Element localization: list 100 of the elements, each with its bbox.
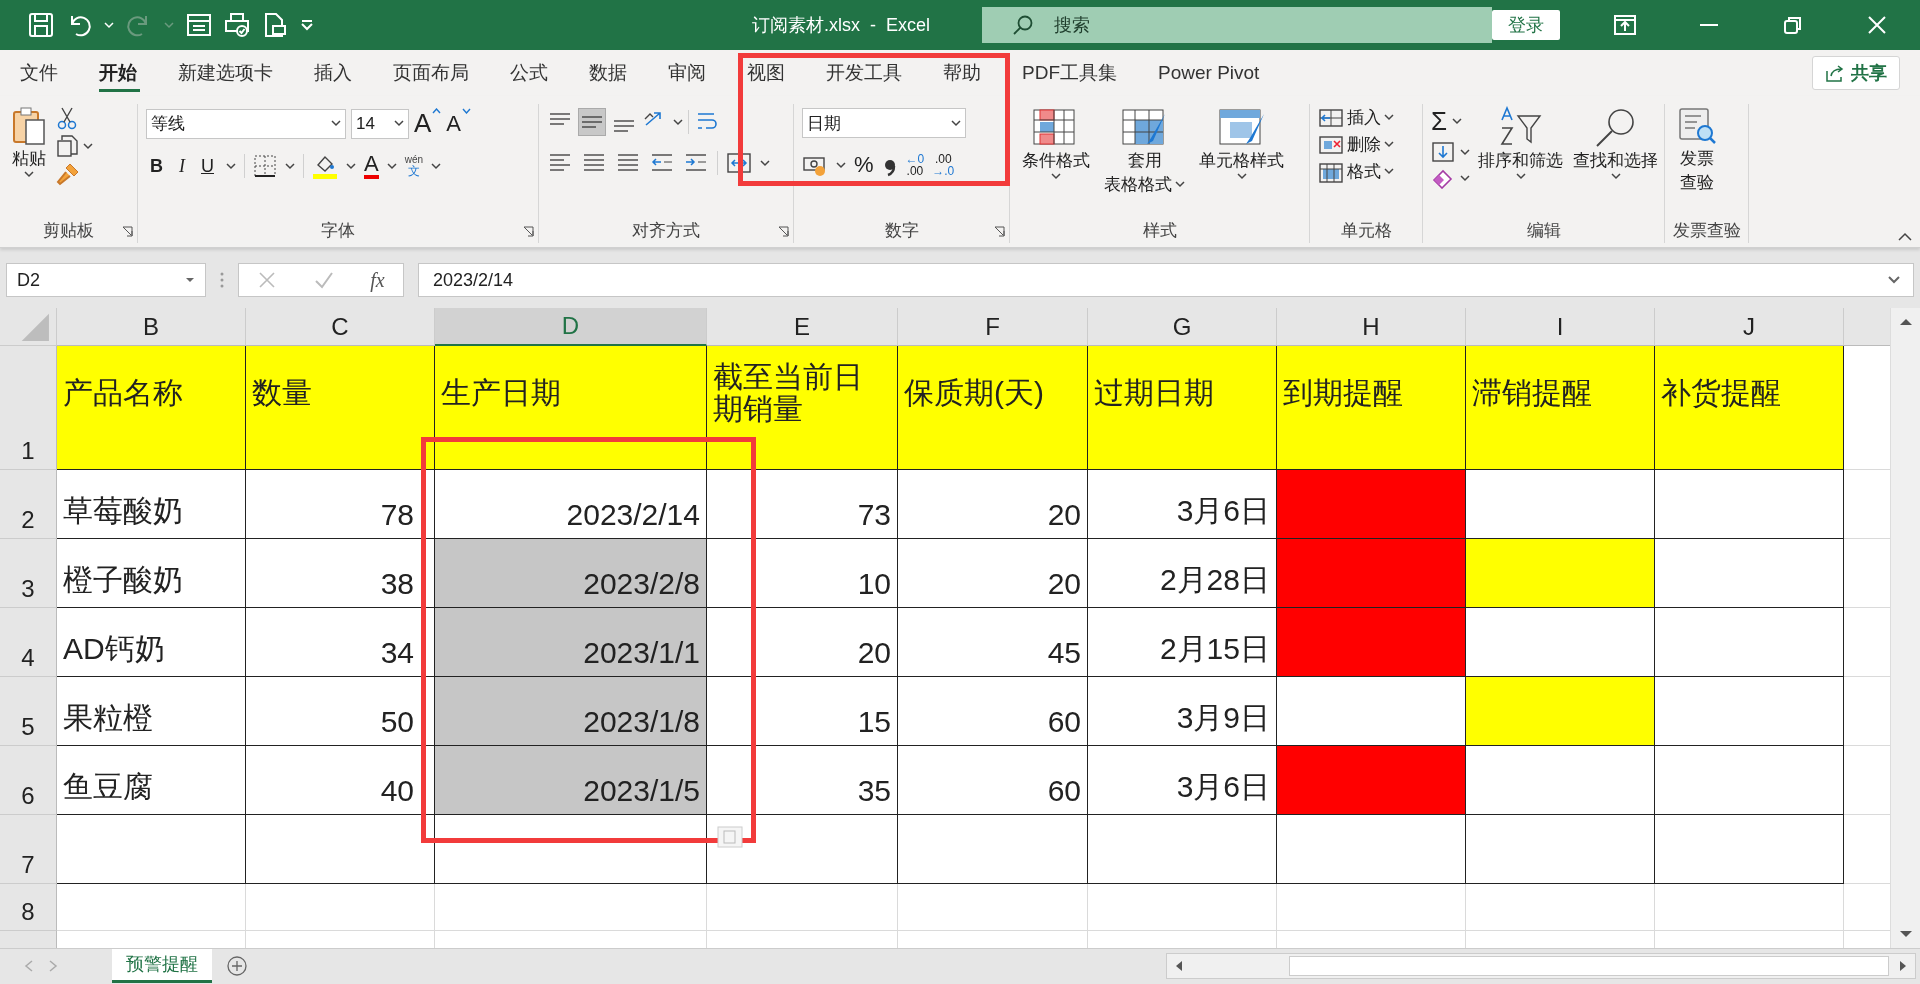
caret-icon[interactable] <box>1610 173 1621 180</box>
dialog-launcher-icon[interactable] <box>523 226 534 237</box>
horizontal-scrollbar[interactable] <box>1166 952 1916 979</box>
increase-decimal-button[interactable]: ←0 .00 <box>905 153 925 177</box>
scroll-right-icon[interactable] <box>1899 959 1907 972</box>
caret-icon[interactable] <box>1452 118 1463 125</box>
restore-icon[interactable] <box>1782 15 1804 35</box>
row-header[interactable]: 2 <box>0 470 57 539</box>
fill-color-icon[interactable] <box>312 153 338 179</box>
caret-icon[interactable] <box>346 162 356 170</box>
ribbon-tab[interactable]: PDF工具集 <box>1002 50 1138 96</box>
increase-font-button[interactable]: A <box>414 108 432 139</box>
formula-field[interactable]: 2023/2/14 <box>418 263 1914 297</box>
row-header[interactable]: 7 <box>0 815 57 884</box>
row-header[interactable]: 5 <box>0 677 57 746</box>
sheet-tab[interactable]: 预警提醒 <box>112 948 212 983</box>
invoice-check-button[interactable]: 发票 查验 <box>1673 104 1721 196</box>
format-painter-icon[interactable] <box>56 162 80 186</box>
save-icon[interactable] <box>28 12 54 38</box>
name-box[interactable]: D2 <box>6 263 206 297</box>
ribbon-tab[interactable]: Power Pivot <box>1138 50 1281 96</box>
column-header[interactable]: C <box>246 308 435 346</box>
font-size-field[interactable]: 14 <box>351 108 409 139</box>
form-icon[interactable] <box>186 12 212 38</box>
column-header[interactable]: H <box>1277 308 1466 346</box>
caret-icon[interactable] <box>673 118 683 126</box>
italic-button[interactable]: I <box>175 155 189 177</box>
caret-icon[interactable] <box>1384 141 1394 148</box>
insert-cells-button[interactable]: 插入 <box>1318 106 1394 129</box>
decrease-font-button[interactable]: A <box>446 110 462 137</box>
caret-icon[interactable] <box>836 161 846 169</box>
caret-icon[interactable] <box>431 162 442 170</box>
close-icon[interactable] <box>1866 15 1888 35</box>
caret-icon[interactable] <box>1384 114 1394 121</box>
underline-button[interactable]: U <box>197 155 218 177</box>
bold-button[interactable]: B <box>146 155 167 177</box>
ribbon-tab[interactable]: 帮助 <box>923 50 1002 96</box>
phonetic-button[interactable]: wén 文 <box>404 155 424 177</box>
delete-cells-button[interactable]: 删除 <box>1318 133 1394 156</box>
dialog-launcher-icon[interactable] <box>122 226 133 237</box>
document-icon[interactable] <box>262 12 288 38</box>
caret-icon[interactable] <box>386 162 397 170</box>
ribbon-tab[interactable]: 文件 <box>18 50 79 96</box>
row-header[interactable]: 8 <box>0 884 57 931</box>
ribbon-tab[interactable]: 开发工具 <box>806 50 923 96</box>
number-format-field[interactable]: 日期 <box>802 108 966 138</box>
font-color-button[interactable]: A <box>364 153 379 179</box>
cell-styles-button[interactable]: 单元格样式 <box>1195 104 1288 182</box>
row-header[interactable]: 6 <box>0 746 57 815</box>
merge-center-icon[interactable] <box>726 150 752 176</box>
ribbon-tab[interactable]: 开始 <box>79 50 158 96</box>
caret-icon[interactable] <box>1051 173 1061 180</box>
fill-down-icon[interactable] <box>1431 141 1455 163</box>
borders-icon[interactable] <box>253 154 277 178</box>
ribbon-display-icon[interactable] <box>1614 15 1636 35</box>
caret-icon[interactable] <box>1384 168 1394 175</box>
format-cells-button[interactable]: 格式 <box>1318 160 1394 183</box>
column-header[interactable]: J <box>1655 308 1844 346</box>
customize-icon[interactable] <box>300 19 314 31</box>
printer-icon[interactable] <box>224 12 250 38</box>
find-select-button[interactable]: 查找和选择 <box>1571 104 1660 182</box>
scroll-up-icon[interactable] <box>1898 318 1913 326</box>
caret-icon[interactable] <box>1175 181 1185 188</box>
dialog-launcher-icon[interactable] <box>994 226 1005 237</box>
ribbon-tab[interactable]: 数据 <box>569 50 648 96</box>
add-sheet-icon[interactable] <box>226 954 248 977</box>
dialog-launcher-icon[interactable] <box>778 226 789 237</box>
ribbon-tab[interactable]: 页面布局 <box>373 50 490 96</box>
collapse-ribbon-icon[interactable] <box>1898 232 1912 241</box>
scissors-icon[interactable] <box>56 106 78 130</box>
scroll-left-icon[interactable] <box>1175 959 1183 972</box>
decrease-decimal-button[interactable]: .00 →.0 <box>932 153 955 177</box>
share-button[interactable]: 共享 <box>1812 56 1900 90</box>
column-header[interactable]: F <box>898 308 1088 346</box>
expand-icon[interactable] <box>1887 275 1901 285</box>
eraser-icon[interactable] <box>1431 167 1455 189</box>
login-button[interactable]: 登录 <box>1492 10 1560 40</box>
ribbon-tab[interactable]: 新建选项卡 <box>158 50 294 96</box>
format-as-table-button[interactable]: 套用 表格格式 <box>1100 104 1189 198</box>
caret-icon[interactable] <box>760 159 770 167</box>
caret-icon[interactable] <box>951 119 961 127</box>
caret-icon[interactable] <box>1515 173 1526 180</box>
vertical-scrollbar[interactable] <box>1890 308 1920 948</box>
caret-icon[interactable] <box>331 120 341 127</box>
caret-icon[interactable] <box>226 162 236 170</box>
row-header[interactable]: 3 <box>0 539 57 608</box>
percent-button[interactable]: % <box>854 152 874 178</box>
conditional-format-button[interactable]: 条件格式 <box>1018 104 1094 182</box>
column-header[interactable]: E <box>707 308 898 346</box>
column-header[interactable]: G <box>1088 308 1277 346</box>
caret-icon[interactable] <box>394 120 404 127</box>
paste-button[interactable]: 粘贴 <box>8 104 50 180</box>
row-header[interactable]: 1 <box>0 346 57 470</box>
column-header[interactable]: B <box>57 308 246 346</box>
font-name-field[interactable]: 等线 <box>146 108 346 139</box>
column-header[interactable]: D <box>435 308 707 346</box>
caret-icon[interactable] <box>83 142 93 150</box>
caret-icon[interactable] <box>24 171 34 178</box>
ribbon-tab[interactable]: 视图 <box>727 50 806 96</box>
scroll-thumb[interactable] <box>1289 955 1889 976</box>
